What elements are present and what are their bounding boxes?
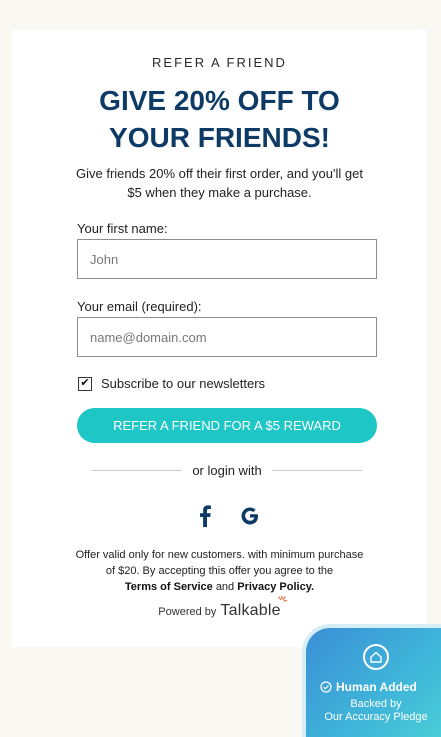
terms-text: Offer valid only for new customers. with… <box>75 549 364 577</box>
powered-by: Powered by Talkable <box>12 596 427 620</box>
divider-line-right <box>271 470 362 471</box>
check-circle-icon <box>320 681 332 693</box>
privacy-policy-link[interactable]: Privacy Policy. <box>237 581 314 593</box>
home-shield-icon <box>363 644 389 670</box>
divider-text: or login with <box>192 463 262 478</box>
badge-sub-line1: Backed by <box>350 698 402 710</box>
brand-name: Talkable <box>220 602 281 619</box>
subtext: Give friends 20% off their first order, … <box>76 166 363 200</box>
headline: GIVE 20% OFF TO YOUR FRIENDS! <box>12 82 427 156</box>
newsletter-checkbox[interactable]: ✔ <box>78 376 92 391</box>
headline-text: GIVE 20% OFF TO YOUR FRIENDS! <box>99 85 340 153</box>
offer-terms: Offer valid only for new customers. with… <box>12 547 427 595</box>
badge-subtitle: Backed by Our Accuracy Pledge <box>306 698 441 724</box>
badge-title: Human Added <box>320 680 417 694</box>
divider-line-left <box>92 470 183 471</box>
google-icon[interactable] <box>238 504 262 528</box>
email-label: Your email (required): <box>77 299 202 314</box>
facebook-icon[interactable] <box>193 504 217 528</box>
human-added-badge[interactable]: Human Added Backed by Our Accuracy Pledg… <box>302 624 441 737</box>
refer-submit-button[interactable]: REFER A FRIEND FOR A $5 REWARD <box>77 408 377 443</box>
spark-icon <box>278 596 287 602</box>
newsletter-label: Subscribe to our newsletters <box>101 376 266 391</box>
terms-and: and <box>215 581 235 593</box>
talkable-logo[interactable]: Talkable <box>220 596 287 620</box>
email-input[interactable] <box>77 317 377 357</box>
first-name-label: Your first name: <box>77 221 168 236</box>
badge-sub-line2: Our Accuracy Pledge <box>324 711 428 723</box>
login-divider: or login with <box>92 463 362 478</box>
first-name-input[interactable] <box>77 239 377 279</box>
referral-card: REFER A FRIEND GIVE 20% OFF TO YOUR FRIE… <box>12 30 427 647</box>
eyebrow-title: REFER A FRIEND <box>152 55 287 70</box>
badge-title-text: Human Added <box>336 680 417 694</box>
powered-by-text: Powered by <box>158 606 217 618</box>
newsletter-row: ✔ Subscribe to our newsletters <box>78 376 265 391</box>
terms-of-service-link[interactable]: Terms of Service <box>125 581 213 593</box>
